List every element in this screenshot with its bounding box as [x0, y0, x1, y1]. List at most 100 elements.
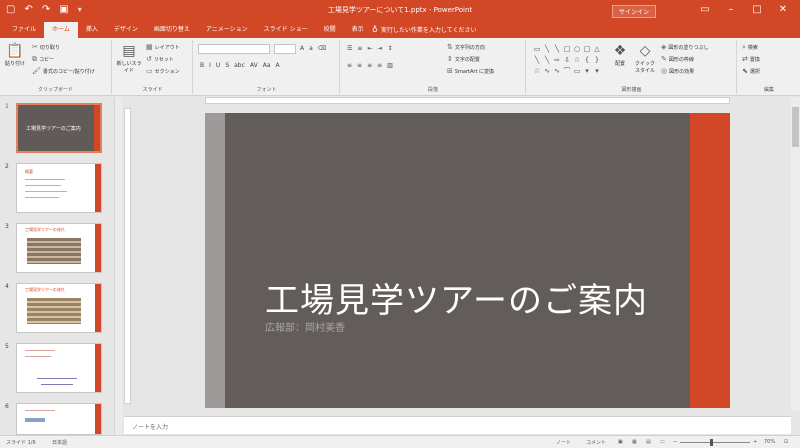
- align-right-icon[interactable]: ≡: [367, 62, 372, 69]
- italic-button[interactable]: I: [209, 62, 211, 69]
- shape-star-icon[interactable]: ☆: [532, 66, 542, 77]
- justify-icon[interactable]: ≡: [377, 62, 382, 69]
- shape-rect-icon[interactable]: ▭: [572, 66, 582, 77]
- case-icon[interactable]: Aa: [263, 62, 271, 69]
- smartart-button[interactable]: ⊞ SmartArt に変換: [447, 67, 494, 75]
- fit-slide-icon[interactable]: ⊡: [784, 439, 788, 445]
- select-button[interactable]: ⬉ 選択: [742, 67, 760, 75]
- tab-view[interactable]: 表示: [344, 22, 372, 38]
- shape-curve-icon[interactable]: ⌒: [562, 66, 572, 77]
- layout-button[interactable]: ▦ レイアウト: [146, 43, 180, 51]
- tab-transitions[interactable]: 画面切り替え: [146, 22, 198, 38]
- zoom-level[interactable]: 70%: [764, 439, 775, 445]
- shape-brace-icon[interactable]: {: [582, 55, 592, 66]
- shrink-font-icon[interactable]: a: [309, 45, 313, 52]
- shape-line-icon[interactable]: ╲: [552, 44, 562, 55]
- slide-sorter-icon[interactable]: ▦: [632, 439, 637, 445]
- columns-icon[interactable]: ▥: [387, 62, 393, 69]
- scrollbar-thumb[interactable]: [792, 107, 799, 147]
- tab-slideshow[interactable]: スライド ショー: [256, 22, 316, 38]
- sign-in-button[interactable]: サインイン: [612, 5, 657, 18]
- slide-thumbnail-3[interactable]: 工場見学ツアーの流れ: [16, 223, 102, 273]
- tab-review[interactable]: 校閲: [316, 22, 344, 38]
- zoom-in-icon[interactable]: +: [753, 439, 757, 445]
- shapes-gallery[interactable]: ▭ ╲ ╲ □ ○ □ △ ╲ ╲ ⇨ ⇩ ☆{} ☆ ∿ ∿ ⌒ ▭ ▾ ▾: [532, 44, 602, 80]
- slide-scrollbar[interactable]: [791, 97, 800, 411]
- shape-curve-icon[interactable]: ∿: [552, 66, 562, 77]
- slide-canvas[interactable]: 工場見学ツアーのご案内 広報部：岡村美香: [205, 113, 730, 408]
- align-center-icon[interactable]: ≡: [357, 62, 362, 69]
- maximize-icon[interactable]: □: [744, 2, 770, 17]
- font-color-icon[interactable]: A: [276, 62, 280, 69]
- cut-button[interactable]: ✂ 切り取り: [32, 43, 60, 51]
- shape-triangle-icon[interactable]: △: [592, 44, 602, 55]
- text-direction-button[interactable]: ⇅ 文字列の方向: [447, 43, 485, 51]
- language-indicator[interactable]: 日本語: [52, 439, 67, 446]
- shape-line-icon[interactable]: ╲: [532, 55, 542, 66]
- clear-format-icon[interactable]: ⌫: [318, 45, 326, 52]
- tab-design[interactable]: デザイン: [106, 22, 146, 38]
- font-name-box[interactable]: [198, 44, 270, 54]
- tab-animations[interactable]: アニメーション: [198, 22, 256, 38]
- find-button[interactable]: ⌕ 検索: [742, 43, 758, 52]
- tab-home[interactable]: ホーム: [44, 22, 78, 38]
- normal-view-icon[interactable]: ▣: [618, 439, 623, 445]
- align-left-icon[interactable]: ≡: [347, 62, 352, 69]
- shape-oval-icon[interactable]: ○: [572, 44, 582, 55]
- thumbnail-scrollbar[interactable]: [114, 97, 122, 435]
- shape-more-icon[interactable]: ▾: [592, 66, 602, 77]
- replace-button[interactable]: ⇄ 置換: [742, 55, 760, 63]
- slide-thumbnail-4[interactable]: 工場見学ツアーの流れ: [16, 283, 102, 333]
- notes-pane[interactable]: ノートを入力: [124, 416, 791, 434]
- shape-arrow-icon[interactable]: ⇨: [552, 55, 562, 66]
- spacing-icon[interactable]: AV: [250, 62, 258, 69]
- shape-line-icon[interactable]: ╲: [542, 44, 552, 55]
- shape-more-icon[interactable]: ▾: [582, 66, 592, 77]
- format-painter-button[interactable]: 🖌 書式のコピー/貼り付け: [32, 67, 95, 75]
- section-button[interactable]: ▭ セクション: [146, 67, 180, 75]
- shadow-button[interactable]: abc: [234, 62, 245, 69]
- shape-line-icon[interactable]: ╲: [542, 55, 552, 66]
- font-size-box[interactable]: [274, 44, 296, 54]
- shape-star-icon[interactable]: ☆: [572, 55, 582, 66]
- comments-toggle-button[interactable]: コメント: [586, 439, 606, 446]
- new-slide-button[interactable]: ▤ 新しいスライド: [115, 42, 143, 74]
- grow-font-icon[interactable]: A: [300, 45, 304, 52]
- strikethrough-button[interactable]: S: [225, 62, 229, 69]
- zoom-slider-knob[interactable]: [710, 439, 713, 446]
- numbering-icon[interactable]: ≡: [357, 45, 362, 52]
- zoom-slider[interactable]: [680, 439, 750, 446]
- slide-thumbnail-2[interactable]: 概要: [16, 163, 102, 213]
- reset-button[interactable]: ↺ リセット: [146, 55, 174, 63]
- zoom-out-icon[interactable]: −: [673, 439, 677, 445]
- slideshow-view-icon[interactable]: ▭: [660, 439, 665, 445]
- tab-insert[interactable]: 挿入: [78, 22, 106, 38]
- reading-view-icon[interactable]: ▤: [646, 439, 651, 445]
- notes-toggle-button[interactable]: ノート: [556, 439, 571, 446]
- shape-effects-button[interactable]: ◎ 図形の効果: [661, 67, 694, 75]
- increase-indent-icon[interactable]: ⇥: [377, 45, 382, 52]
- shape-brace-icon[interactable]: }: [592, 55, 602, 66]
- minimize-icon[interactable]: –: [718, 2, 744, 17]
- shape-curve-icon[interactable]: ∿: [542, 66, 552, 77]
- bullets-icon[interactable]: ☰: [347, 45, 352, 52]
- underline-button[interactable]: U: [216, 62, 220, 69]
- slide-title[interactable]: 工場見学ツアーのご案内: [265, 273, 648, 322]
- tell-me-box[interactable]: ♁ 実行したい作業を入力してください: [372, 25, 477, 34]
- tab-file[interactable]: ファイル: [4, 22, 44, 38]
- line-spacing-icon[interactable]: ↕: [387, 45, 392, 52]
- bold-button[interactable]: B: [200, 62, 204, 69]
- shape-outline-button[interactable]: ✎ 図形の枠線: [661, 55, 694, 63]
- close-icon[interactable]: ✕: [770, 2, 796, 17]
- slide-thumbnail-5[interactable]: [16, 343, 102, 393]
- decrease-indent-icon[interactable]: ⇤: [367, 45, 372, 52]
- quick-styles-button[interactable]: ◇ クイック スタイル: [633, 42, 657, 74]
- slide-subtitle[interactable]: 広報部：岡村美香: [265, 319, 345, 334]
- shape-rect-icon[interactable]: □: [562, 44, 572, 55]
- arrange-button[interactable]: ❖ 配置: [609, 42, 631, 67]
- shape-arrow-icon[interactable]: ⇩: [562, 55, 572, 66]
- paste-button[interactable]: 📋 貼り付け: [2, 42, 28, 67]
- slide-thumbnail-6[interactable]: [16, 403, 102, 435]
- slide-thumbnail-1[interactable]: 工場見学ツアーのご案内: [16, 103, 102, 153]
- copy-button[interactable]: ⧉ コピー: [32, 55, 54, 64]
